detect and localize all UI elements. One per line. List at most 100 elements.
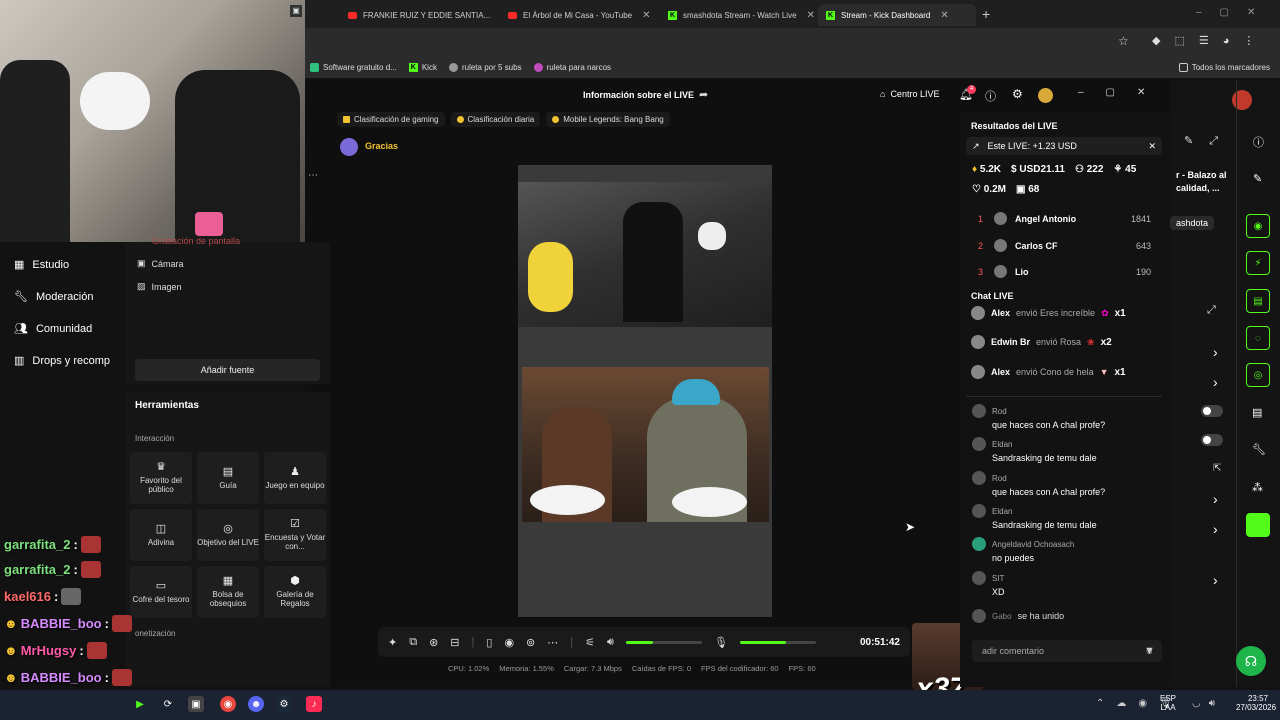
tool-bolsa[interactable]: ▦ Bolsa de obsequios <box>197 566 259 618</box>
chat-message[interactable]: Rod que haces con A chal profe? <box>972 404 1152 430</box>
overlay-handle[interactable]: ▣ <box>290 5 302 17</box>
toggle-switch[interactable] <box>1201 434 1223 446</box>
share-icon[interactable]: ➦ <box>699 88 708 101</box>
ranking-row[interactable]: 3 Lio 190 <box>978 265 1151 278</box>
mic-icon[interactable]: 🎙︎ <box>714 636 728 649</box>
all-bookmarks[interactable]: Todos los marcadores <box>1178 62 1270 72</box>
steam-icon[interactable]: ⚙ <box>276 696 292 712</box>
close-tab-icon[interactable]: ✕ <box>642 10 650 21</box>
avatar[interactable] <box>1232 90 1252 110</box>
comment-input[interactable]: adir comentario ☺ <box>972 640 1162 662</box>
record-icon[interactable]: ◉ <box>504 636 514 649</box>
chat-message[interactable]: Eldan Sandrasking de temu dale <box>972 504 1152 530</box>
new-tab-button[interactable]: + <box>982 6 990 22</box>
chat-message[interactable]: Rod que haces con A chal profe? <box>972 471 1152 497</box>
effects-icon[interactable]: ⊛ <box>429 636 438 649</box>
tool-cofre[interactable]: ▭ Cofre del tesoro <box>130 566 192 618</box>
info-icon[interactable]: ⓘ <box>1253 134 1264 150</box>
edit-expand-icons[interactable]: ✎⤢ <box>1184 134 1234 148</box>
lightning-tool-button[interactable]: ⚡︎ <box>1246 251 1270 275</box>
gear-icon[interactable]: ⚙ <box>1012 87 1023 101</box>
tool-adivina[interactable]: ◫ Adivina <box>130 509 192 561</box>
close-tab-icon[interactable]: ✕ <box>807 10 815 21</box>
camera-switch-icon[interactable]: ⊚ <box>526 636 535 649</box>
layout-icon[interactable]: ⧉ <box>409 636 417 649</box>
magic-icon[interactable]: ✦ <box>388 636 397 649</box>
phone-icon[interactable]: ▯ <box>486 636 492 649</box>
discord-icon[interactable]: ☻ <box>248 696 264 712</box>
chat-message[interactable]: Eldan Sandrasking de temu dale <box>972 437 1152 463</box>
play-icon[interactable]: ▶ <box>132 696 148 712</box>
tab-smashdota[interactable]: K smashdota Stream - Watch Live ✕ <box>660 4 816 26</box>
nav-estudio[interactable]: ▦ Estudio <box>14 258 69 272</box>
wrench-icon[interactable]: 🔧︎ <box>1252 443 1266 456</box>
tool-guia[interactable]: ▤ Guía <box>197 452 259 504</box>
extension-icons[interactable]: ◆⬚☰◕⋮ <box>1152 34 1268 47</box>
kick-studio-icon[interactable] <box>1246 513 1270 537</box>
tab-kick-dashboard[interactable]: K Stream - Kick Dashboard ✕ <box>818 4 976 26</box>
app-icon[interactable]: ▣ <box>188 696 204 712</box>
live-center-button[interactable]: ⌂ Centro LIVE <box>880 89 939 99</box>
nav-drops[interactable]: ▥ Drops y recomp <box>14 354 110 368</box>
pencil-icon[interactable]: ✎ <box>1253 172 1262 185</box>
filter-icon[interactable]: ▼ <box>1144 645 1155 657</box>
tool-objetivo[interactable]: ◎ Objetivo del LIVE <box>197 509 259 561</box>
nav-comunidad[interactable]: 👥︎ Comunidad <box>14 322 92 336</box>
bookmark-software[interactable]: Software gratuito d... <box>310 62 397 72</box>
close-tab-icon[interactable]: ✕ <box>940 10 948 21</box>
bookmark-kick[interactable]: K Kick <box>408 62 437 72</box>
refresh-icon[interactable]: ⟳ <box>160 696 176 712</box>
ranking-row[interactable]: 2 Carlos CF 643 <box>978 239 1151 252</box>
external-link-icon[interactable]: ⇱ <box>1213 463 1221 474</box>
tag-mobile-legends[interactable]: Mobile Legends: Bang Bang <box>546 112 670 127</box>
chat-message[interactable]: Angeldavid Ochoasach no puedes <box>972 537 1152 563</box>
source-image[interactable]: ▨ Imagen <box>137 281 182 292</box>
camera-tool-button[interactable]: ◉ <box>1246 214 1270 238</box>
mixer-icon[interactable]: ⚟ <box>585 636 595 649</box>
tool-galeria[interactable]: ⬢ Galería de Regalos <box>264 566 326 618</box>
help-icon[interactable]: ⓘ <box>985 88 996 104</box>
chevron-right-icon[interactable]: › <box>1213 344 1218 360</box>
source-screen-record[interactable]: Grabación de pantalla <box>152 236 240 246</box>
chevron-right-icon[interactable]: › <box>1213 491 1218 507</box>
bookmark-ruleta-narcos[interactable]: ruleta para narcos <box>533 62 611 72</box>
clock[interactable]: 23:57 27/03/2026 <box>1236 694 1276 712</box>
more-icon[interactable]: ⋯ <box>547 636 558 649</box>
star-icon[interactable]: ☆ <box>1118 34 1129 48</box>
stack-icon[interactable]: ▤ <box>1252 406 1262 419</box>
nav-moderacion[interactable]: 🔧︎ Moderación <box>14 290 93 304</box>
network-volume-icons[interactable]: ◡🔊︎ <box>1192 698 1223 709</box>
language-indicator[interactable]: ESP LAA <box>1160 694 1176 712</box>
tool-encuesta[interactable]: ☑ Encuesta y Votar con... <box>264 509 326 561</box>
chevron-right-icon[interactable]: › <box>1213 521 1218 537</box>
screen-icon[interactable]: ⊟ <box>450 636 459 649</box>
toggle-switch[interactable] <box>1201 405 1223 417</box>
ranking-row[interactable]: 1 Angel Antonio 1841 <box>978 212 1151 225</box>
mic-slider[interactable] <box>739 640 816 644</box>
tag-daily-ranking[interactable]: Clasificación diaria <box>450 112 541 127</box>
chevron-right-icon[interactable]: › <box>1213 572 1218 588</box>
tag-gaming-ranking[interactable]: Clasificación de gaming <box>337 112 445 127</box>
chat-tool-button[interactable]: ◌ <box>1246 326 1270 350</box>
chevron-right-icon[interactable]: › <box>1213 374 1218 390</box>
volume-slider[interactable] <box>625 640 702 644</box>
chrome-icon[interactable]: ◉ <box>220 696 236 712</box>
more-options-icon[interactable]: ⋯ <box>308 170 318 181</box>
bookmark-ruleta-subs[interactable]: ruleta por 5 subs <box>448 62 522 72</box>
close-icon[interactable]: ✕ <box>1148 141 1156 152</box>
chat-message[interactable]: SIT XD <box>972 571 1152 597</box>
tab-frankie-ruiz[interactable]: FRANKIE RUIZ Y EDDIE SANTIA... ✕ <box>340 4 500 26</box>
volume-icon[interactable]: 🔊︎ <box>607 636 614 649</box>
app-window-controls[interactable]: –▢✕ <box>1078 87 1167 98</box>
broadcast-tool-button[interactable]: ◎ <box>1246 363 1270 387</box>
nodes-icon[interactable]: ⁂ <box>1252 481 1263 494</box>
expand-icon[interactable]: ⤢ <box>1207 304 1216 317</box>
tool-favorito[interactable]: ♛ Favorito del público <box>130 452 192 504</box>
channel-chip[interactable]: ashdota <box>1170 216 1215 230</box>
window-controls[interactable]: –▢✕ <box>1196 7 1273 18</box>
chat-message[interactable]: Gabo se ha unido <box>972 609 1152 623</box>
tiktok-live-icon[interactable]: ♪ <box>306 696 322 712</box>
support-headset-icon[interactable]: ☊ <box>1236 646 1266 676</box>
source-camera[interactable]: ▣ Cámara <box>137 258 184 269</box>
clipboard-tool-button[interactable]: ▤ <box>1246 289 1270 313</box>
